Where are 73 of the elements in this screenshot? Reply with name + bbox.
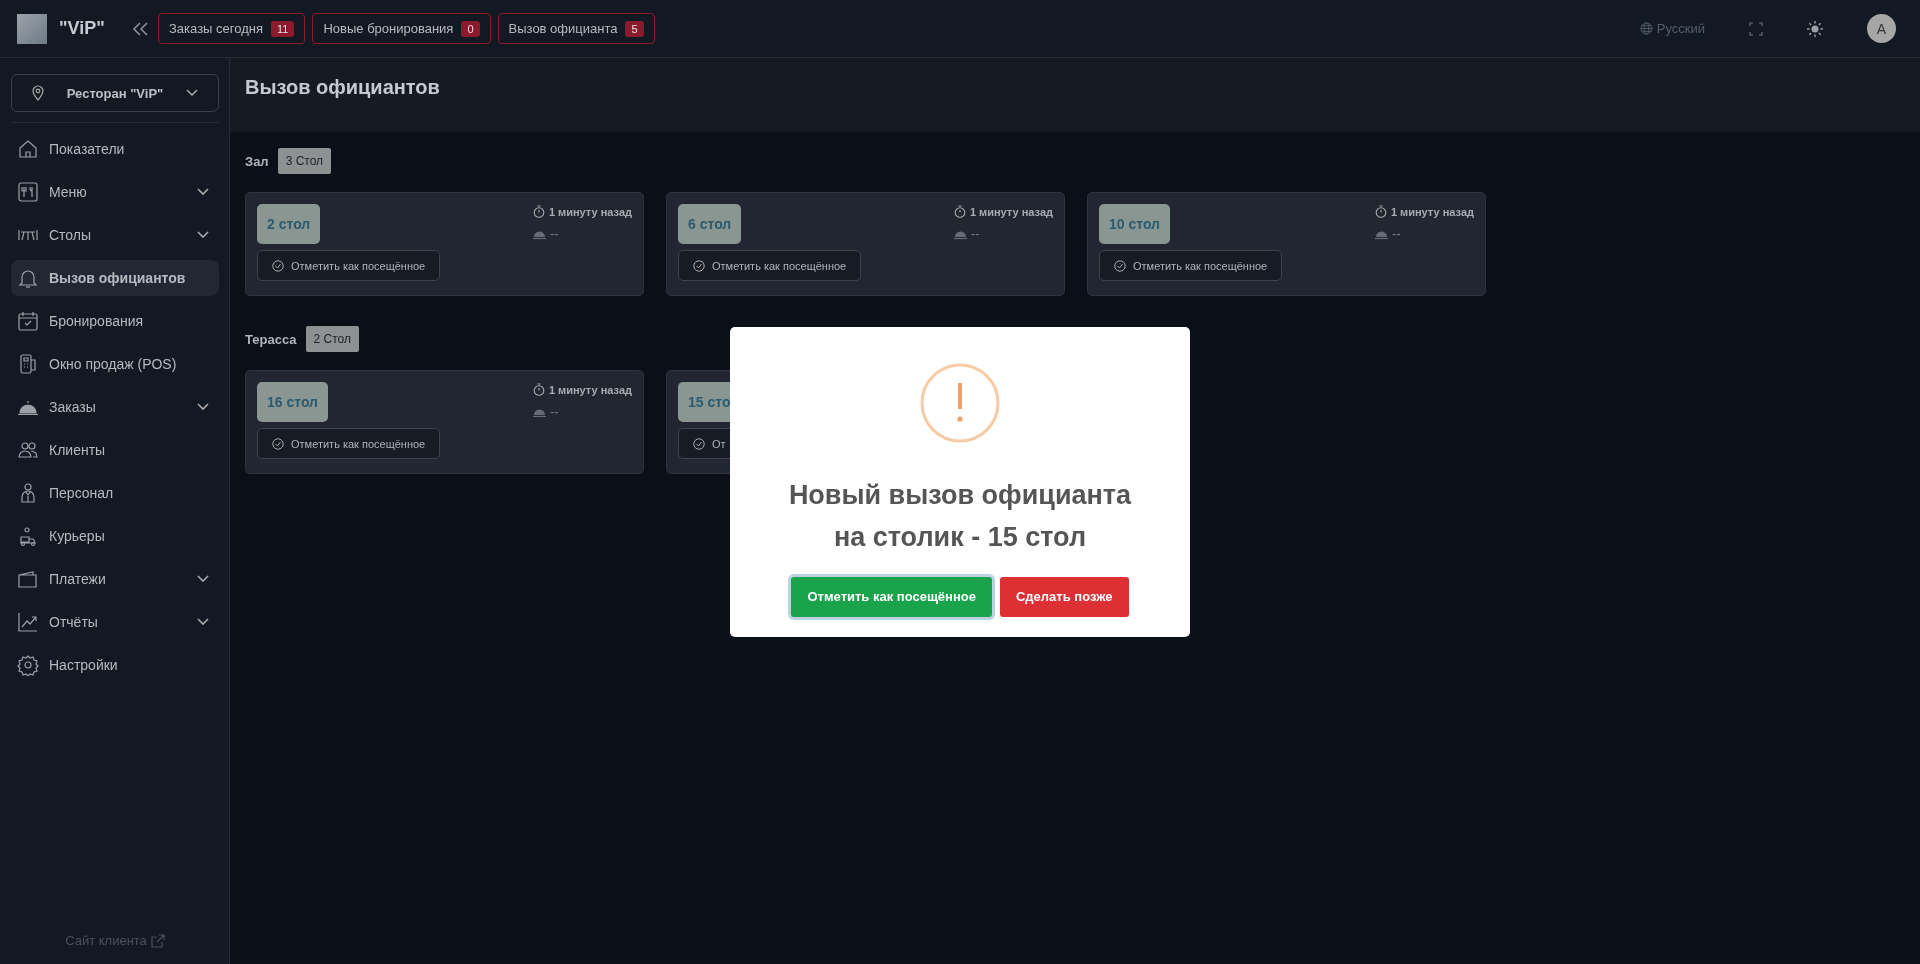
sidebar-item[interactable]: Настройки: [11, 647, 219, 683]
home-icon: [17, 138, 39, 160]
calendar-icon: [17, 310, 39, 332]
sun-icon[interactable]: [1807, 20, 1823, 37]
page-title: Вызов официантов: [245, 76, 440, 99]
sidebar-item[interactable]: Меню: [11, 174, 219, 210]
restaurant-selector[interactable]: Ресторан "ViP": [11, 74, 219, 112]
sidebar-item[interactable]: Отчёты: [11, 604, 219, 640]
waiter-name: --: [549, 404, 559, 419]
call-time: 1 минуту назад: [548, 205, 632, 218]
external-link-icon[interactable]: [150, 933, 165, 948]
sidebar-item[interactable]: Показатели: [11, 131, 219, 167]
stopwatch-icon: [532, 383, 545, 396]
bell-icon: [17, 267, 39, 289]
header-counter-button[interactable]: Заказы сегодня 11: [158, 13, 306, 44]
gear-icon: [17, 654, 39, 676]
stopwatch-icon: [953, 205, 966, 218]
table-label: 6 стол: [678, 204, 742, 244]
call-time: 1 минуту назад: [969, 205, 1053, 218]
globe-icon[interactable]: [1639, 22, 1653, 35]
sidebar-item[interactable]: Вызов официантов: [11, 260, 219, 296]
users-icon: [17, 439, 39, 461]
waiter-name: --: [970, 226, 980, 241]
waiter-name: --: [549, 226, 559, 241]
check-circle-icon: [1114, 259, 1126, 272]
dialog-message: Новый вызов официанта на столик - 15 стол: [787, 479, 1133, 554]
sidebar-item[interactable]: Окно продаж (POS): [11, 346, 219, 382]
sidebar-item[interactable]: Бронирования: [11, 303, 219, 339]
user-avatar[interactable]: A: [1867, 14, 1896, 43]
count-badge: 5: [625, 20, 644, 37]
courier-icon: [17, 525, 39, 547]
count-badge: 3 Стол: [277, 148, 332, 174]
count-badge: 11: [271, 20, 295, 37]
section-title: Зал: [245, 153, 269, 169]
sidebar-item[interactable]: Платежи: [11, 561, 219, 597]
sidebar-item[interactable]: Клиенты: [11, 432, 219, 468]
count-badge: 0: [461, 20, 480, 37]
check-circle-icon: [272, 259, 284, 272]
wallet-icon: [17, 568, 39, 590]
warning-icon: [920, 363, 1000, 443]
mark-visited-button[interactable]: Отметить как посещённое: [257, 250, 441, 281]
sidebar-item[interactable]: Столы: [11, 217, 219, 253]
brand-name: "ViP": [59, 18, 105, 39]
header-counter-button[interactable]: Вызов официанта 5: [497, 13, 655, 44]
stopwatch-icon: [1374, 205, 1387, 218]
pos-terminal-icon: [17, 353, 39, 375]
count-badge: 2 Стол: [305, 326, 359, 352]
section-title: Терасса: [245, 331, 297, 347]
later-button[interactable]: Сделать позже: [1000, 576, 1129, 617]
mark-visited-button[interactable]: Отметить как посещённое: [1099, 250, 1283, 281]
mark-visited-button[interactable]: Отметить как посещённое: [678, 250, 862, 281]
sidebar-item[interactable]: Персонал: [11, 475, 219, 511]
table-label: 2 стол: [257, 204, 321, 244]
header-counter-button[interactable]: Новые бронирования 0: [312, 13, 491, 44]
check-circle-icon: [272, 437, 284, 450]
waiter-name: --: [1391, 226, 1401, 241]
table-label: 16 стол: [257, 382, 329, 422]
stopwatch-icon: [532, 205, 545, 218]
sidebar-item[interactable]: Курьеры: [11, 518, 219, 554]
call-time: 1 минуту назад: [1390, 205, 1474, 218]
logo-image: [17, 13, 47, 44]
table-label: 10 стол: [1099, 204, 1171, 244]
mark-visited-button[interactable]: Отметить как посещённое: [257, 428, 441, 459]
check-circle-icon: [693, 437, 705, 450]
chart-icon: [17, 611, 39, 633]
sidebar-item[interactable]: Заказы: [11, 389, 219, 425]
chevron-down-icon: [186, 89, 198, 97]
collapse-icon[interactable]: [130, 20, 149, 37]
menu-book-icon: [17, 181, 39, 203]
check-circle-icon: [693, 259, 705, 272]
map-pin-icon: [32, 85, 44, 101]
fullscreen-icon[interactable]: [1749, 21, 1763, 36]
call-time: 1 минуту назад: [548, 383, 632, 396]
